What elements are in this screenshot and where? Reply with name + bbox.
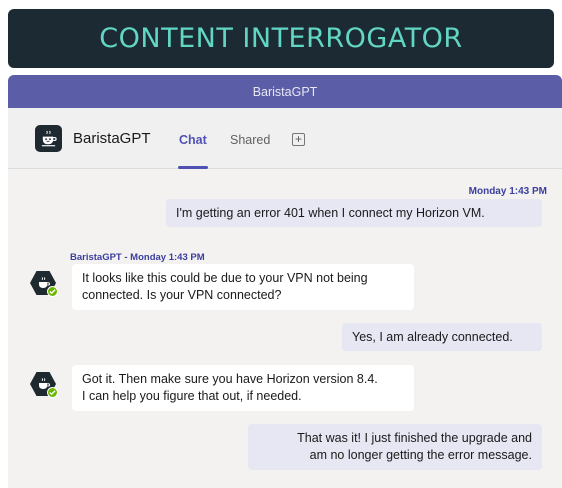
message-list: Monday 1:43 PM I'm getting an error 401 …: [8, 169, 562, 488]
chat-header: BaristaGPT Chat Shared +: [8, 108, 562, 169]
chat-window: BaristaGPT BaristaGPT Chat Shared + Mond…: [8, 75, 562, 488]
tab-chat[interactable]: Chat: [179, 133, 207, 147]
bot-message-avatar: [30, 270, 58, 298]
banner-title: CONTENT INTERROGATOR: [99, 23, 463, 54]
message-line: I can help you figure that out, if neede…: [82, 389, 302, 403]
message-line: Got it. Then make sure you have Horizon …: [82, 372, 378, 386]
coffee-cup-icon: [41, 130, 57, 147]
banner: CONTENT INTERROGATOR: [8, 9, 554, 68]
user-message-bubble: I'm getting an error 401 when I connect …: [166, 199, 542, 227]
message-line: That was it! I just finished the upgrade…: [297, 431, 532, 445]
window-title: BaristaGPT: [252, 84, 318, 99]
message-line: am no longer getting the error message.: [309, 448, 532, 462]
available-check-icon: [47, 286, 58, 297]
message-text: Yes, I am already connected.: [352, 329, 513, 344]
bot-avatar[interactable]: [35, 125, 62, 152]
bot-name: BaristaGPT: [73, 130, 151, 147]
message-line: It looks like this could be due to your …: [82, 271, 368, 285]
message-timestamp: Monday 1:43 PM: [468, 186, 547, 197]
add-tab-icon[interactable]: +: [292, 133, 305, 146]
available-check-icon: [47, 387, 58, 398]
add-tab-symbol: +: [294, 132, 302, 146]
user-message-bubble: That was it! I just finished the upgrade…: [248, 424, 542, 470]
tab-shared[interactable]: Shared: [230, 133, 270, 147]
message-text: I'm getting an error 401 when I connect …: [176, 205, 485, 220]
user-message-bubble: Yes, I am already connected.: [342, 323, 542, 351]
bot-message-bubble: Got it. Then make sure you have Horizon …: [72, 365, 414, 411]
bot-message-bubble: It looks like this could be due to your …: [72, 264, 414, 310]
bot-message-avatar: [30, 371, 58, 399]
window-titlebar: BaristaGPT: [8, 75, 562, 108]
message-line: connected. Is your VPN connected?: [82, 288, 282, 302]
message-sender-timestamp: BaristaGPT - Monday 1:43 PM: [70, 252, 205, 263]
